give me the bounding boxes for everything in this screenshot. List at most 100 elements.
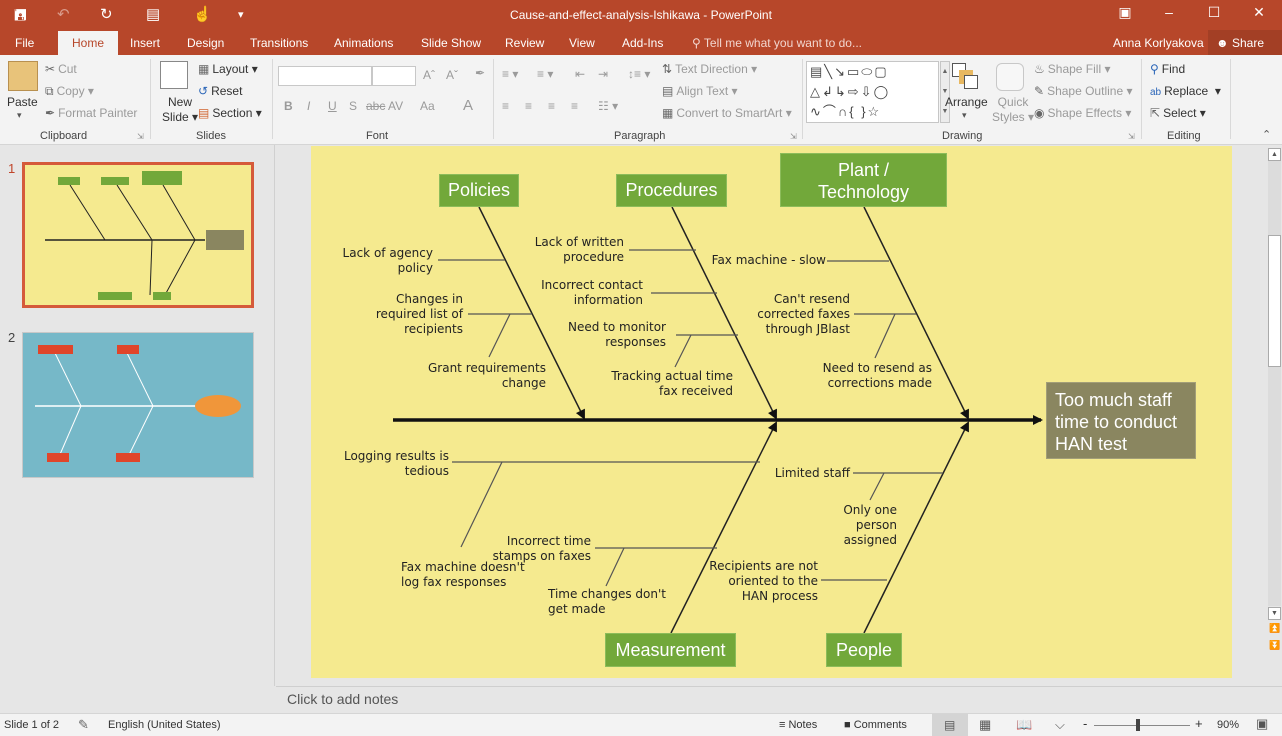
cause-logging-tedious[interactable]: Logging results is tedious bbox=[344, 449, 449, 479]
change-case-button[interactable]: Aa bbox=[420, 99, 435, 113]
arrange-dropdown-icon[interactable]: ▾ bbox=[962, 110, 967, 121]
slideshow-view-icon[interactable]: ⌵ bbox=[1055, 717, 1065, 733]
cause-monitor-responses[interactable]: Need to monitor responses bbox=[568, 320, 666, 350]
paste-button[interactable]: Paste bbox=[7, 95, 38, 109]
clear-formatting-icon[interactable]: ✒ bbox=[475, 66, 485, 80]
clipboard-launcher-icon[interactable]: ⇲ bbox=[137, 132, 144, 141]
columns-icon[interactable]: ☷ ▾ bbox=[598, 99, 618, 113]
font-name-input[interactable] bbox=[278, 66, 372, 86]
cause-need-resend[interactable]: Need to resend as corrections made bbox=[823, 361, 932, 391]
line-spacing-icon[interactable]: ↕≡ ▾ bbox=[628, 67, 650, 81]
tab-view[interactable]: View bbox=[569, 36, 595, 50]
spell-check-icon[interactable]: ✎ bbox=[78, 717, 89, 733]
select-button[interactable]: ⇱ Select ▾ bbox=[1150, 106, 1206, 120]
shadow-button[interactable]: S bbox=[349, 99, 357, 113]
next-slide-icon[interactable]: ⏬ bbox=[1269, 640, 1280, 651]
layout-button[interactable]: ▦ Layout ▾ bbox=[198, 62, 258, 76]
zoom-level[interactable]: 90% bbox=[1217, 719, 1239, 731]
shape-outline-button[interactable]: ✎ Shape Outline ▾ bbox=[1034, 84, 1132, 98]
find-button[interactable]: ⚲ Find bbox=[1150, 62, 1185, 76]
effect-box[interactable]: Too much staff time to conduct HAN test bbox=[1046, 382, 1196, 459]
notes-pane[interactable]: Click to add notes bbox=[276, 686, 1282, 713]
decrease-indent-icon[interactable]: ⇤ bbox=[575, 67, 585, 81]
cause-incorrect-contact[interactable]: Incorrect contact information bbox=[541, 278, 643, 308]
paste-icon[interactable] bbox=[8, 61, 38, 91]
tab-design[interactable]: Design bbox=[187, 36, 224, 50]
category-measurement[interactable]: Measurement bbox=[605, 633, 736, 667]
tab-insert[interactable]: Insert bbox=[130, 36, 160, 50]
align-left-icon[interactable]: ≡ bbox=[502, 99, 509, 113]
shape-fill-button[interactable]: ♨ Shape Fill ▾ bbox=[1034, 62, 1111, 76]
quick-styles-icon[interactable] bbox=[996, 63, 1024, 91]
gallery-scroll[interactable]: ▲ ▼ ▼ bbox=[940, 61, 950, 123]
paste-dropdown-icon[interactable]: ▾ bbox=[17, 110, 22, 121]
cause-lack-written[interactable]: Lack of written procedure bbox=[535, 235, 624, 265]
normal-view-button[interactable]: ▤ bbox=[932, 714, 968, 736]
category-policies[interactable]: Policies bbox=[439, 174, 519, 207]
language-indicator[interactable]: English (United States) bbox=[108, 719, 221, 731]
scroll-thumb[interactable] bbox=[1268, 235, 1281, 367]
cause-fax-slow[interactable]: Fax machine - slow bbox=[712, 253, 826, 268]
shrink-font-button[interactable]: Aˇ bbox=[446, 68, 458, 82]
grow-font-button[interactable]: Aˆ bbox=[423, 68, 435, 82]
cause-lack-agency-policy[interactable]: Lack of agency policy bbox=[343, 246, 433, 276]
minimize-icon[interactable]: – bbox=[1154, 4, 1184, 26]
tab-file[interactable]: File bbox=[15, 36, 34, 50]
notes-button[interactable]: ≡ Notes bbox=[779, 719, 817, 731]
bullets-icon[interactable]: ≡ ▾ bbox=[502, 67, 518, 81]
cause-limited-staff[interactable]: Limited staff bbox=[775, 466, 850, 481]
align-text-button[interactable]: ▤ Align Text ▾ bbox=[662, 84, 738, 98]
arrange-button[interactable]: Arrange bbox=[945, 95, 988, 109]
tab-animations[interactable]: Animations bbox=[334, 36, 393, 50]
cause-incorrect-stamps[interactable]: Incorrect time stamps on faxes bbox=[493, 534, 591, 564]
previous-slide-icon[interactable]: ⏫ bbox=[1269, 623, 1280, 634]
numbering-icon[interactable]: ≡ ▾ bbox=[537, 67, 553, 81]
category-procedures[interactable]: Procedures bbox=[616, 174, 727, 207]
font-color-button[interactable]: A bbox=[463, 97, 473, 114]
cut-button[interactable]: ✂ Cut bbox=[45, 62, 77, 76]
quick-styles-button[interactable]: Quick Styles ▾ bbox=[992, 95, 1034, 125]
reset-button[interactable]: ↺ Reset bbox=[198, 84, 242, 98]
font-size-input[interactable] bbox=[372, 66, 416, 86]
close-icon[interactable]: ✕ bbox=[1244, 4, 1274, 26]
slide-thumbnail-1[interactable] bbox=[22, 162, 254, 308]
char-spacing-button[interactable]: AV bbox=[388, 99, 403, 113]
zoom-slider-thumb[interactable] bbox=[1136, 719, 1140, 731]
cause-cant-resend[interactable]: Can't resend corrected faxes through JBl… bbox=[757, 292, 850, 337]
paragraph-launcher-icon[interactable]: ⇲ bbox=[790, 132, 797, 141]
reading-view-icon[interactable]: 📖 bbox=[1016, 717, 1032, 733]
cause-tracking-time[interactable]: Tracking actual time fax received bbox=[611, 369, 733, 399]
slide-thumbnail-2[interactable] bbox=[22, 332, 254, 478]
new-slide-button[interactable]: New Slide ▾ bbox=[162, 95, 198, 125]
slide-sorter-icon[interactable]: ▦ bbox=[979, 717, 991, 733]
tab-home[interactable]: Home bbox=[58, 31, 119, 55]
cause-changes-list[interactable]: Changes in required list of recipients bbox=[376, 292, 463, 337]
underline-button[interactable]: U bbox=[328, 99, 337, 113]
cause-not-oriented[interactable]: Recipients are not oriented to the HAN p… bbox=[709, 559, 818, 604]
tab-slide-show[interactable]: Slide Show bbox=[421, 36, 481, 50]
align-right-icon[interactable]: ≡ bbox=[548, 99, 555, 113]
scroll-track[interactable] bbox=[1268, 161, 1281, 606]
drawing-launcher-icon[interactable]: ⇲ bbox=[1128, 132, 1135, 141]
vertical-scrollbar[interactable]: ▲ ▼ ⏫ ⏬ bbox=[1266, 145, 1282, 686]
category-people[interactable]: People bbox=[826, 633, 902, 667]
maximize-icon[interactable]: ☐ bbox=[1199, 4, 1229, 26]
bold-button[interactable]: B bbox=[284, 99, 293, 113]
cause-grant-requirements[interactable]: Grant requirements change bbox=[428, 361, 546, 391]
fit-slide-icon[interactable]: ▣ bbox=[1256, 716, 1268, 732]
zoom-slider-track[interactable] bbox=[1094, 725, 1190, 726]
comments-button[interactable]: ■ Comments bbox=[844, 719, 907, 731]
increase-indent-icon[interactable]: ⇥ bbox=[598, 67, 608, 81]
zoom-out-button[interactable]: - bbox=[1083, 716, 1087, 731]
section-button[interactable]: ▤ Section ▾ bbox=[198, 106, 262, 120]
collapse-ribbon-icon[interactable]: ⌃ bbox=[1262, 128, 1271, 141]
cause-time-changes[interactable]: Time changes don't get made bbox=[548, 587, 666, 617]
shapes-gallery[interactable]: ▤╲↘▭⬭▢ △↲↳⇨⇩◯ ∿⌒∩{ }☆ bbox=[806, 61, 939, 123]
shape-effects-button[interactable]: ◉ Shape Effects ▾ bbox=[1034, 106, 1131, 120]
align-center-icon[interactable]: ≡ bbox=[525, 99, 532, 113]
new-slide-icon[interactable] bbox=[160, 61, 188, 89]
category-plant-technology[interactable]: Plant / Technology bbox=[780, 153, 947, 207]
share-button[interactable]: ☻ Share bbox=[1208, 30, 1282, 55]
tab-add-ins[interactable]: Add-Ins bbox=[622, 36, 663, 50]
format-painter-button[interactable]: ✒ Format Painter bbox=[45, 106, 137, 120]
